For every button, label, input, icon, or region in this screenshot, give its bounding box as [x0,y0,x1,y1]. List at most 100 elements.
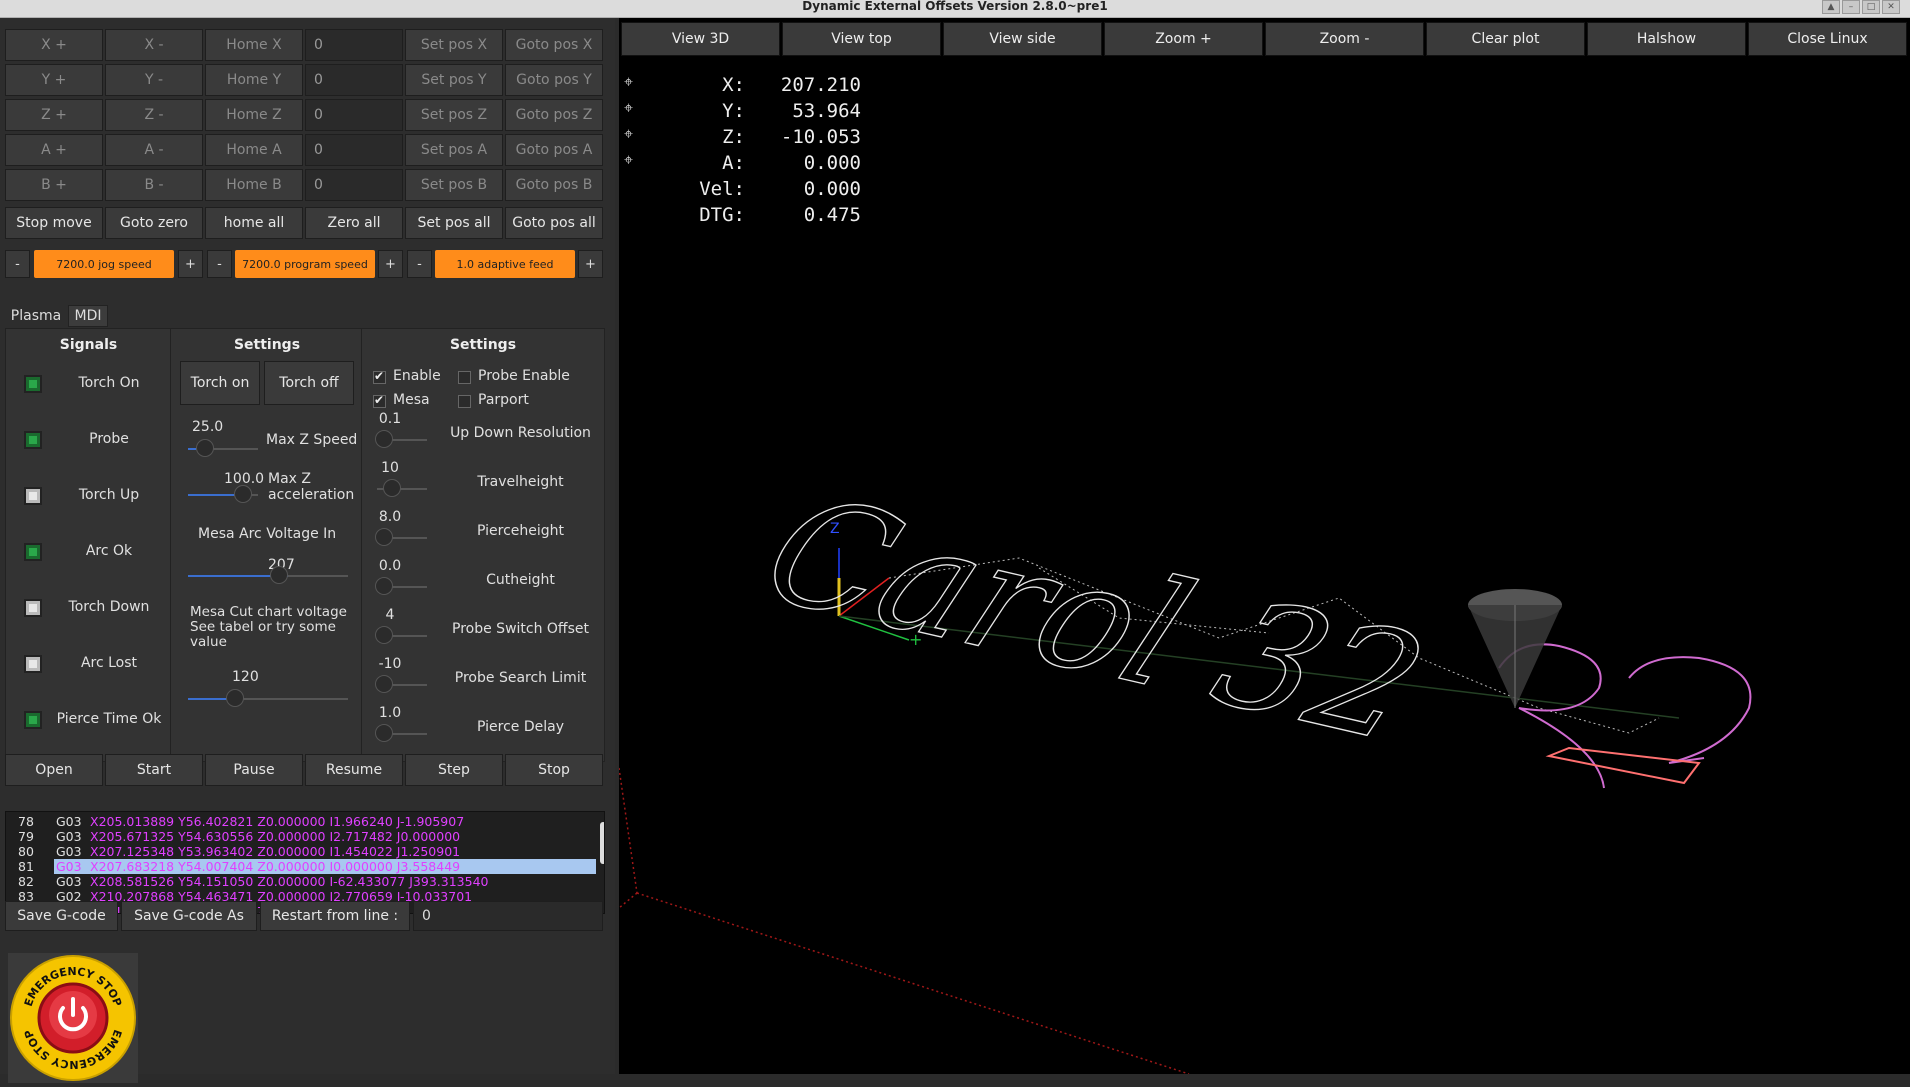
setting-slider-knob[interactable] [375,528,393,546]
set-pos-all-button[interactable]: Set pos all [405,207,503,239]
pause-button[interactable]: Pause [205,754,303,786]
setting-slider-knob[interactable] [375,675,393,693]
resume-button[interactable]: Resume [305,754,403,786]
gcode-line[interactable]: 80 G03 X207.125348 Y53.963402 Z0.000000 I1… [6,844,596,859]
mesa-arc-voltage-knob[interactable] [270,566,288,584]
adaptive-feed-minus-button[interactable]: - [407,250,432,278]
setting-label: Up Down Resolution [450,425,591,441]
jog-x-set-pos-button[interactable]: Set pos X [405,29,503,61]
setting-slider-knob[interactable] [375,724,393,742]
jog-z-home-button[interactable]: Home Z [205,99,303,131]
jog-a-set-pos-button[interactable]: Set pos A [405,134,503,166]
window-menu-icon[interactable]: ▲ [1822,0,1840,14]
jog-a-plus-button[interactable]: A + [5,134,103,166]
save-gcode-button[interactable]: Save G-code [5,901,118,931]
minimize-icon[interactable]: – [1842,0,1860,14]
adaptive-feed-display[interactable]: 1.0 adaptive feed [435,250,575,278]
jog-b-value-input[interactable]: 0 [305,169,403,201]
jog-speed-display[interactable]: 7200.0 jog speed [34,250,174,278]
close-icon[interactable]: ✕ [1882,0,1900,14]
settings-header-1: Settings [233,337,301,353]
start-button[interactable]: Start [105,754,203,786]
jog-b-goto-pos-button[interactable]: Goto pos B [505,169,603,201]
save-gcode-as-button[interactable]: Save G-code As [121,901,257,931]
jog-z-minus-button[interactable]: Z - [105,99,203,131]
maximize-icon[interactable]: □ [1862,0,1880,14]
mesa-cut-label-3: value [190,634,227,650]
gcode-line[interactable]: 82 G03 X208.581526 Y54.151050 Z0.000000 I-… [6,874,596,889]
enable-checkbox[interactable] [373,369,386,384]
jog-z-value-input[interactable]: 0 [305,99,403,131]
jog-a-goto-pos-button[interactable]: Goto pos A [505,134,603,166]
tab-plasma[interactable]: Plasma [8,305,64,327]
gcode-arguments: X208.581526 Y54.151050 Z0.000000 I-62.43… [90,874,489,889]
home-all-button[interactable]: home all [205,207,303,239]
setting-slider-knob[interactable] [375,626,393,644]
gcode-line[interactable]: 79 G03 X205.671325 Y54.630556 Z0.000000 I2… [6,829,596,844]
settings-section-1: Settings Torch on Torch off 25.0 Max Z S… [172,329,362,763]
goto-zero-button[interactable]: Goto zero [105,207,203,239]
goto-pos-all-button[interactable]: Goto pos all [505,207,603,239]
jog-z-goto-pos-button[interactable]: Goto pos Z [505,99,603,131]
jog-z-plus-button[interactable]: Z + [5,99,103,131]
open-button[interactable]: Open [5,754,103,786]
setting-label: Pierceheight [476,523,565,539]
program-speed-display[interactable]: 7200.0 program speed [235,250,375,278]
mesa-arc-voltage-slider[interactable] [188,575,348,577]
jog-z-set-pos-button[interactable]: Set pos Z [405,99,503,131]
mesa-cut-slider[interactable] [188,698,348,700]
jog-b-minus-button[interactable]: B - [105,169,203,201]
restart-from-line-button[interactable]: Restart from line : [260,901,410,931]
probe-enable-checkbox[interactable] [458,371,471,384]
jog-b-plus-button[interactable]: B + [5,169,103,201]
max-z-speed-knob[interactable] [196,439,214,457]
jog-speed-plus-button[interactable]: + [178,250,203,278]
mesa-label: Mesa [393,392,430,408]
jog-a-home-button[interactable]: Home A [205,134,303,166]
max-z-accel-knob[interactable] [234,485,252,503]
parport-checkbox[interactable] [458,395,471,408]
tab-mdi[interactable]: MDI [68,305,108,327]
program-speed-minus-button[interactable]: - [207,250,232,278]
zero-all-button[interactable]: Zero all [305,207,403,239]
gcode-scrollbar[interactable] [600,822,604,864]
torch-off-button[interactable]: Torch off [264,361,354,405]
stop-move-button[interactable]: Stop move [5,207,103,239]
setting-slider-knob[interactable] [383,479,401,497]
gcode-line[interactable]: 78 G03 X205.013889 Y56.402821 Z0.000000 I1… [6,814,596,829]
adaptive-feed-plus-button[interactable]: + [578,250,603,278]
jog-y-minus-button[interactable]: Y - [105,64,203,96]
program-speed-plus-button[interactable]: + [378,250,403,278]
jog-y-goto-pos-button[interactable]: Goto pos Y [505,64,603,96]
settings-section-2: Settings Enable Probe Enable Mesa Parpor… [363,329,606,763]
jog-x-home-button[interactable]: Home X [205,29,303,61]
jog-y-home-button[interactable]: Home Y [205,64,303,96]
signal-label: Arc Ok [85,543,133,559]
emergency-stop-button[interactable]: EMERGENCY STOP EMERGENCY STOP [8,953,138,1083]
jog-a-minus-button[interactable]: A - [105,134,203,166]
jog-y-value-input[interactable]: 0 [305,64,403,96]
jog-x-goto-pos-button[interactable]: Goto pos X [505,29,603,61]
jog-speed-minus-button[interactable]: - [5,250,30,278]
gcode-command: G03 [56,859,82,874]
mesa-cut-knob[interactable] [226,689,244,707]
preview-3d-viewport[interactable]: View 3D View top View side Zoom + Zoom - Clea… [619,18,1910,1074]
jog-b-set-pos-button[interactable]: Set pos B [405,169,503,201]
step-button[interactable]: Step [405,754,503,786]
mesa-checkbox[interactable] [373,393,386,408]
jog-x-plus-button[interactable]: X + [5,29,103,61]
gcode-line[interactable]: 81 G03 X207.683218 Y54.007404 Z0.000000 I0… [6,859,596,874]
torch-on-button[interactable]: Torch on [180,361,260,405]
signal-label: Probe [89,431,129,447]
jog-x-minus-button[interactable]: X - [105,29,203,61]
restart-line-input[interactable]: 0 [413,901,603,931]
gcode-list[interactable]: 78 G03 X205.013889 Y56.402821 Z0.000000 I1… [5,811,605,914]
jog-a-value-input[interactable]: 0 [305,134,403,166]
jog-x-value-input[interactable]: 0 [305,29,403,61]
jog-y-plus-button[interactable]: Y + [5,64,103,96]
jog-b-home-button[interactable]: Home B [205,169,303,201]
jog-y-set-pos-button[interactable]: Set pos Y [405,64,503,96]
setting-slider-knob[interactable] [375,430,393,448]
stop-button[interactable]: Stop [505,754,603,786]
setting-slider-knob[interactable] [375,577,393,595]
